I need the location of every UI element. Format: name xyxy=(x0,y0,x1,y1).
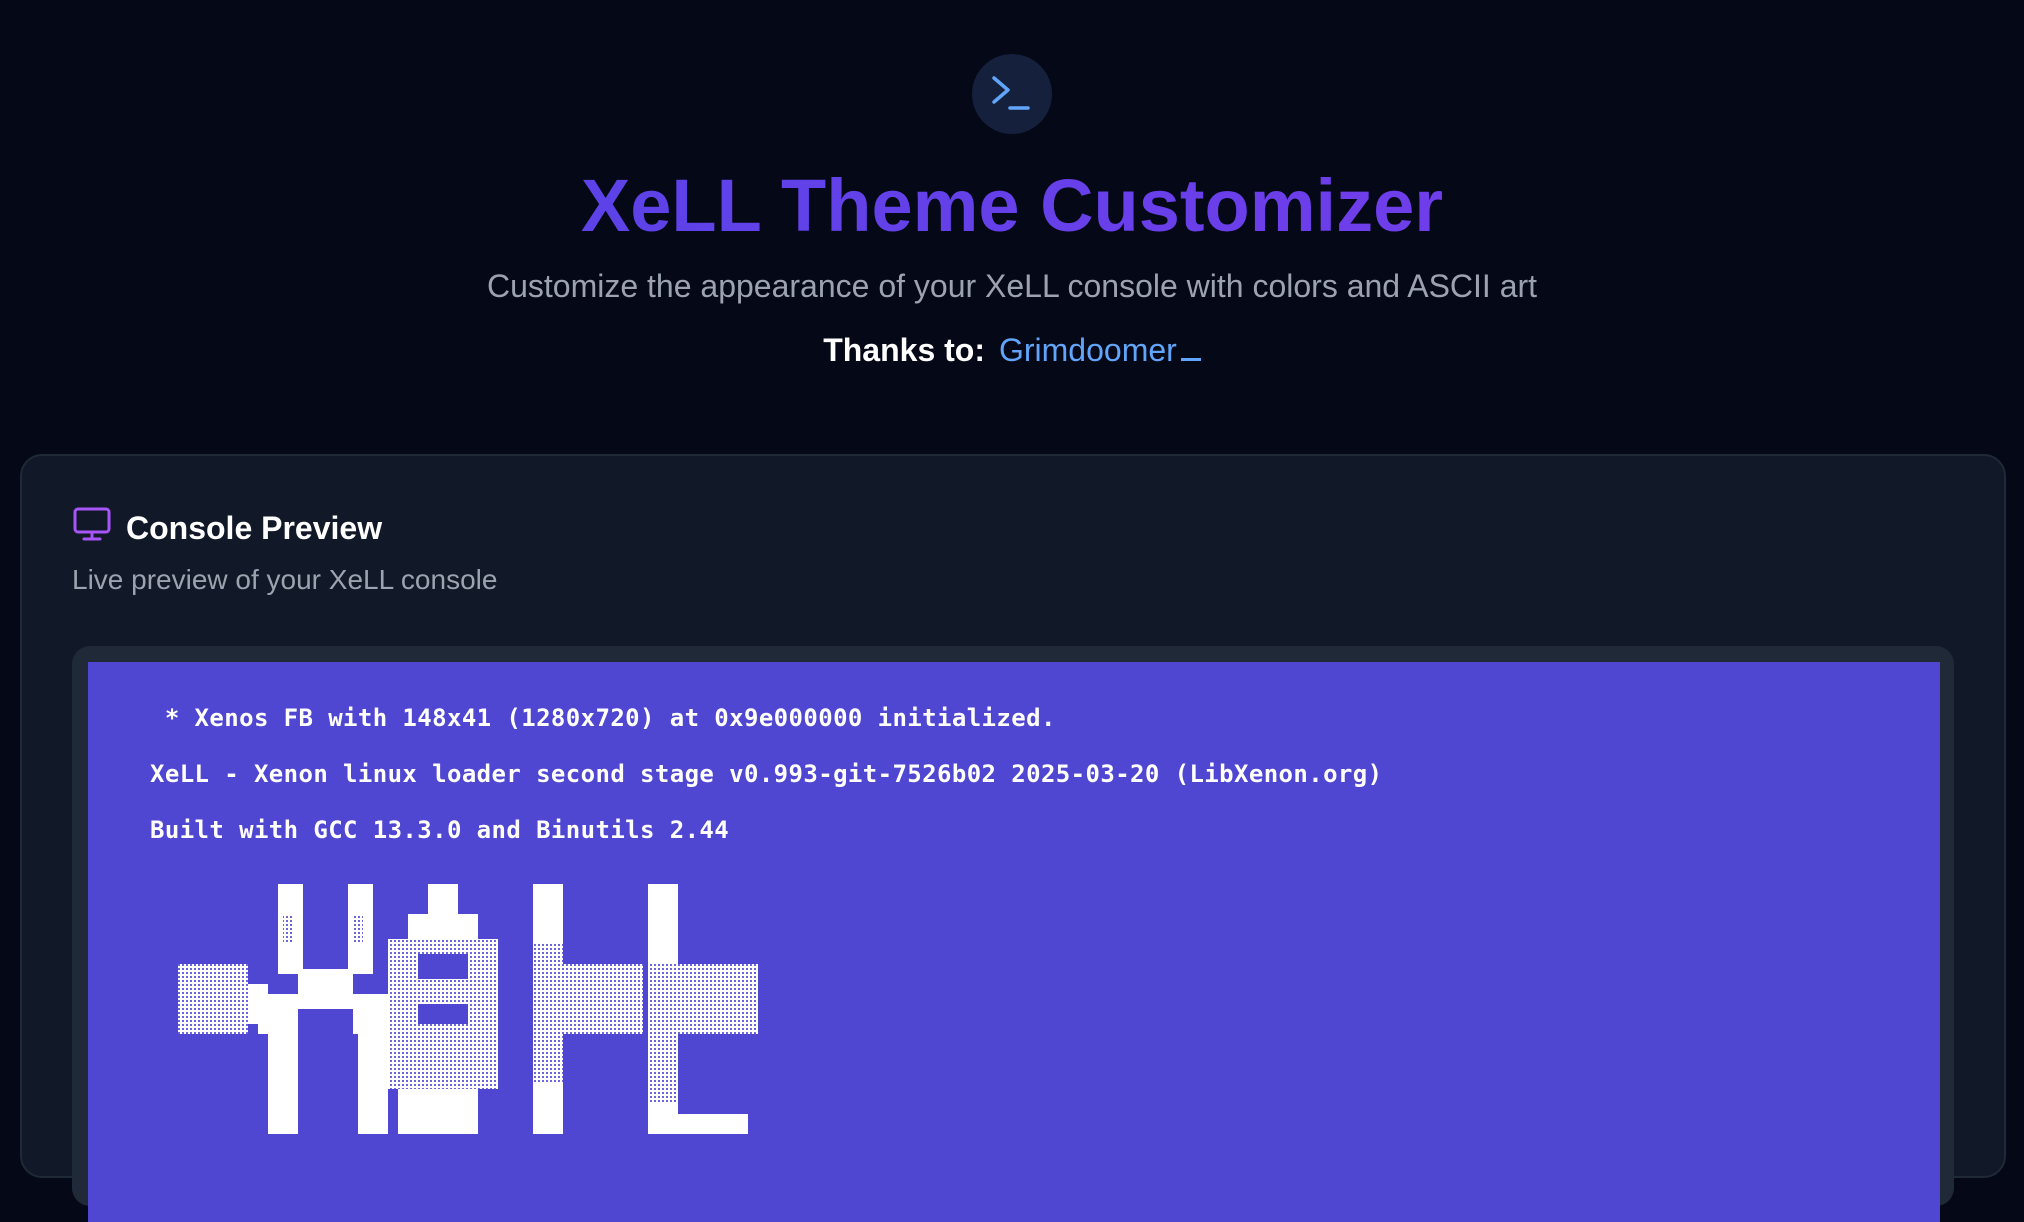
console-preview-card: Console Preview Live preview of your XeL… xyxy=(20,454,2006,1222)
credits: Thanks to: Grimdoomer xyxy=(0,330,2024,370)
header: XeLL Theme Customizer Customize the appe… xyxy=(0,0,2024,420)
card-title: Console Preview xyxy=(126,510,383,546)
credits-label: Thanks to: xyxy=(823,332,985,368)
cursor-underscore xyxy=(1180,358,1201,361)
console-line: * Xenos FB with 148x41 (1280x720) at 0x9… xyxy=(150,704,1056,732)
page-title: XeLL Theme Customizer xyxy=(0,162,2024,250)
console-line: XeLL - Xenon linux loader second stage v… xyxy=(150,760,1383,788)
xell-ascii-art-logo xyxy=(178,884,758,1134)
page-subtitle: Customize the appearance of your XeLL co… xyxy=(486,268,1538,304)
terminal-icon xyxy=(972,54,1052,134)
console-screen: * Xenos FB with 148x41 (1280x720) at 0x9… xyxy=(88,662,1940,1222)
credits-name[interactable]: Grimdoomer xyxy=(999,332,1177,368)
card-subtitle: Live preview of your XeLL console xyxy=(72,564,498,595)
monitor-icon xyxy=(72,506,112,547)
credits-link[interactable]: Grimdoomer xyxy=(999,332,1201,368)
console-frame: * Xenos FB with 148x41 (1280x720) at 0x9… xyxy=(72,646,1954,1222)
console-line: Built with GCC 13.3.0 and Binutils 2.44 xyxy=(150,816,730,844)
